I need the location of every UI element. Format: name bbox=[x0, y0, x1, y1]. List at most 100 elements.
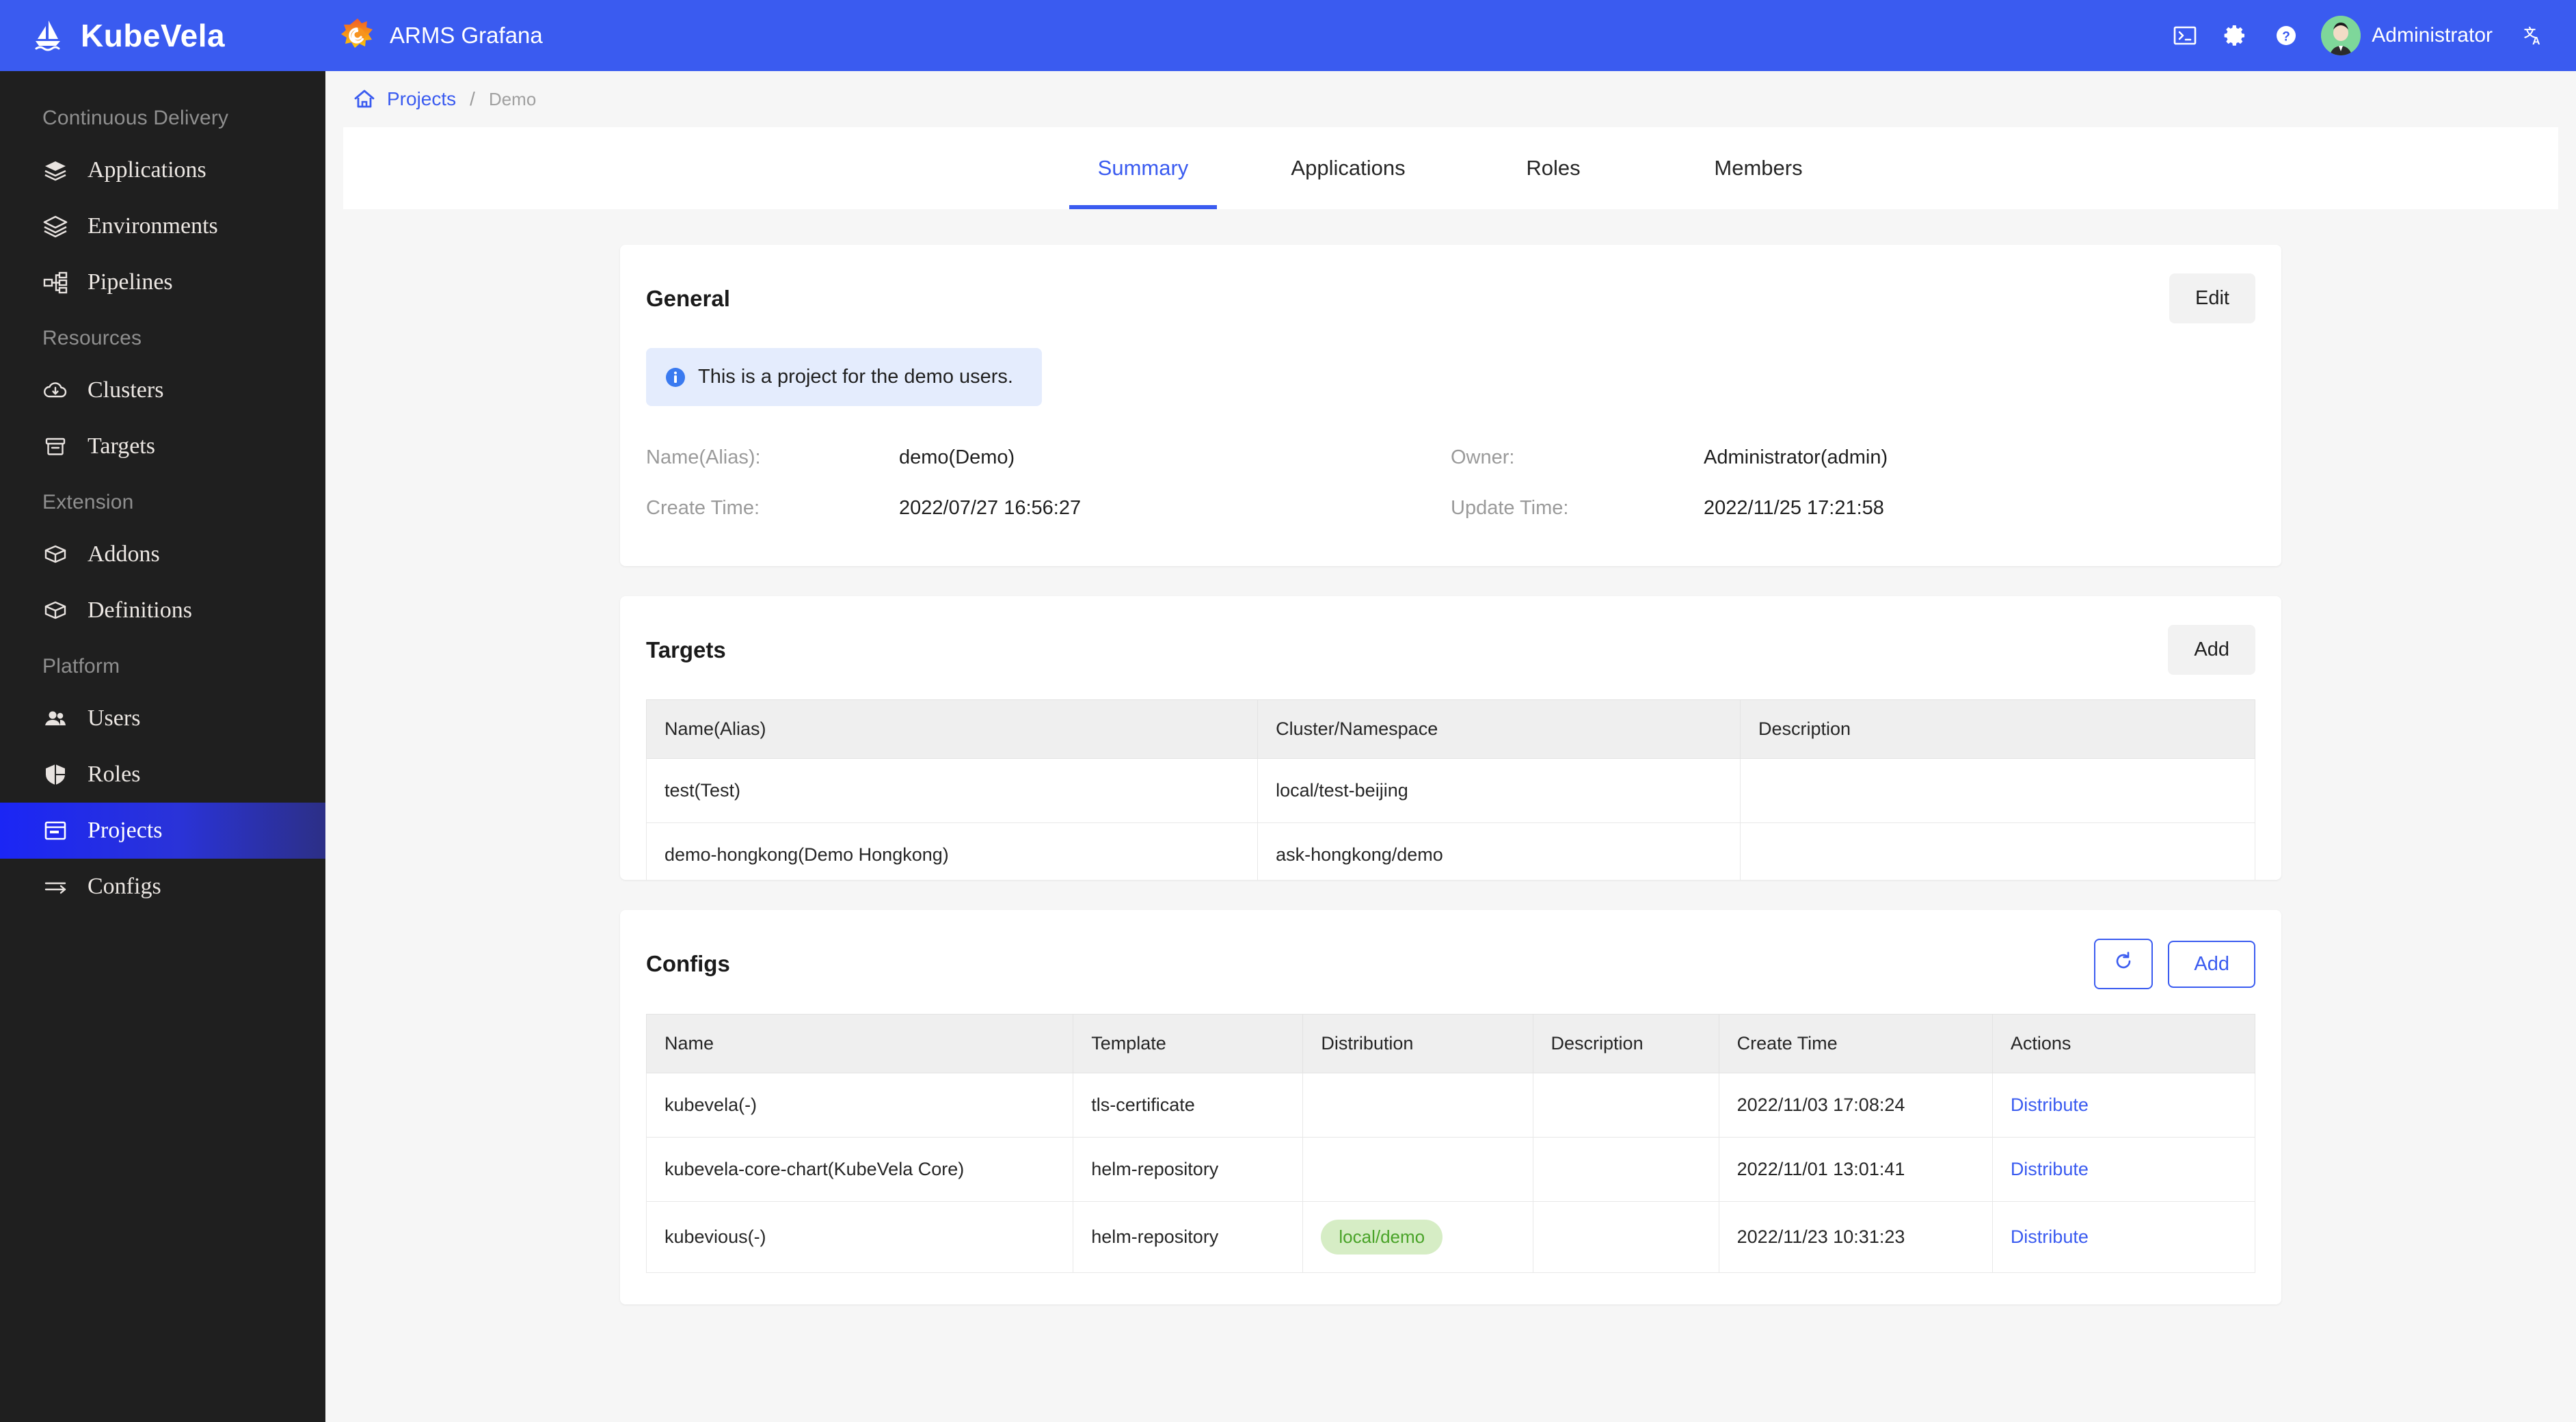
targets-card: Targets Add Name(Alias) Cluster/Namespac… bbox=[620, 596, 2281, 880]
kubevela-console: KubeVela ARMS Grafana ? Administrator 文 … bbox=[0, 0, 2576, 1422]
sliders-icon bbox=[42, 874, 68, 900]
field-update-time: Update Time: 2022/11/25 17:21:58 bbox=[1451, 483, 2255, 533]
info-circle-icon bbox=[665, 367, 686, 388]
cell-description bbox=[1740, 758, 2255, 823]
general-fields: Name(Alias): demo(Demo) Owner: Administr… bbox=[646, 406, 2255, 566]
sidebar-item-clusters[interactable]: Clusters bbox=[0, 362, 325, 418]
sidebar-item-environments[interactable]: Environments bbox=[0, 198, 325, 254]
project-board-icon bbox=[42, 818, 68, 844]
cell-name: kubevious(-) bbox=[645, 1201, 1074, 1273]
table-row[interactable]: kubevious(-) helm-repository local/demo … bbox=[645, 1201, 2256, 1273]
distribute-link[interactable]: Distribute bbox=[2011, 1095, 2089, 1115]
sidebar-item-label: Clusters bbox=[88, 377, 164, 403]
sidebar-item-label: Users bbox=[88, 706, 141, 731]
field-value: 2022/11/25 17:21:58 bbox=[1704, 496, 1884, 519]
brand-logo[interactable]: KubeVela bbox=[0, 17, 325, 54]
add-target-button[interactable]: Add bbox=[2168, 625, 2255, 675]
cell-actions: Distribute bbox=[1991, 1201, 2256, 1273]
refresh-button[interactable] bbox=[2094, 939, 2154, 989]
targets-table-wrapper: Name(Alias) Cluster/Namespace Descriptio… bbox=[646, 675, 2255, 880]
add-config-button[interactable]: Add bbox=[2168, 940, 2255, 988]
sidebar-item-users[interactable]: Users bbox=[0, 690, 325, 747]
user-menu[interactable]: Administrator bbox=[2321, 16, 2493, 55]
breadcrumb-current: Demo bbox=[488, 88, 537, 109]
targets-title: Targets bbox=[646, 636, 726, 662]
sidebar-item-pipelines[interactable]: Pipelines bbox=[0, 254, 325, 310]
cell-description bbox=[1532, 1137, 1719, 1202]
sidebar-item-projects[interactable]: Projects bbox=[0, 803, 325, 859]
sidebar-item-roles[interactable]: Roles bbox=[0, 747, 325, 803]
table-header-row: Name Template Distribution Description C… bbox=[645, 1014, 2256, 1073]
app-context-name: ARMS Grafana bbox=[390, 23, 543, 48]
table-row[interactable]: test(Test) local/test-beijing bbox=[646, 758, 2255, 823]
avatar bbox=[2321, 16, 2361, 55]
field-owner: Owner: Administrator(admin) bbox=[1451, 432, 2255, 483]
cell-create-time: 2022/11/01 13:01:41 bbox=[1718, 1137, 1993, 1202]
summary-panel: General Edit This is a project for the d… bbox=[325, 209, 2576, 1422]
distribute-link[interactable]: Distribute bbox=[2011, 1159, 2089, 1179]
table-row[interactable]: demo-hongkong(Demo Hongkong) ask-hongkon… bbox=[646, 822, 2255, 880]
column-header-actions: Actions bbox=[1991, 1014, 2256, 1073]
sidebar-item-configs[interactable]: Configs bbox=[0, 859, 325, 915]
home-icon[interactable] bbox=[353, 88, 376, 111]
sidebar-item-definitions[interactable]: Definitions bbox=[0, 582, 325, 639]
cell-cluster: local/test-beijing bbox=[1257, 758, 1741, 823]
field-value: Administrator(admin) bbox=[1704, 446, 1888, 468]
tab-summary[interactable]: Summary bbox=[1041, 127, 1246, 209]
column-header-distribution: Distribution bbox=[1302, 1014, 1533, 1073]
cell-description bbox=[1532, 1073, 1719, 1138]
breadcrumb: Projects / Demo bbox=[325, 71, 2576, 127]
app-context[interactable]: ARMS Grafana bbox=[325, 17, 543, 54]
tab-roles[interactable]: Roles bbox=[1451, 127, 1656, 209]
configs-card: Configs Add Name Template Distribution D… bbox=[620, 910, 2281, 1304]
column-header-template: Template bbox=[1073, 1014, 1303, 1073]
breadcrumb-root[interactable]: Projects bbox=[387, 88, 456, 110]
tab-label: Roles bbox=[1526, 156, 1581, 180]
general-card-header: General Edit bbox=[646, 245, 2255, 323]
tab-members[interactable]: Members bbox=[1656, 127, 1861, 209]
sidebar-item-label: Projects bbox=[88, 818, 163, 843]
distribute-link[interactable]: Distribute bbox=[2011, 1226, 2089, 1247]
topbar-actions: ? Administrator 文 A bbox=[2160, 10, 2576, 61]
sidebar-item-label: Roles bbox=[88, 762, 141, 787]
tab-applications[interactable]: Applications bbox=[1246, 127, 1451, 209]
table-row[interactable]: kubevela-core-chart(KubeVela Core) helm-… bbox=[645, 1137, 2256, 1202]
field-label: Owner: bbox=[1451, 446, 1515, 468]
sidebar-item-label: Addons bbox=[88, 541, 160, 567]
cell-actions: Distribute bbox=[1991, 1073, 2256, 1138]
layers-icon bbox=[42, 157, 68, 183]
tab-label: Summary bbox=[1097, 156, 1189, 180]
translate-icon[interactable]: 文 A bbox=[2508, 10, 2558, 61]
help-icon[interactable]: ? bbox=[2261, 10, 2311, 61]
alert-text: This is a project for the demo users. bbox=[698, 366, 1013, 388]
cell-distribution bbox=[1302, 1137, 1533, 1202]
pipeline-icon bbox=[42, 269, 68, 295]
terminal-icon[interactable] bbox=[2160, 10, 2210, 61]
sidebar-item-label: Environments bbox=[88, 213, 218, 239]
brand-name: KubeVela bbox=[81, 18, 226, 53]
gear-icon[interactable] bbox=[2210, 10, 2261, 61]
tab-label: Members bbox=[1714, 156, 1803, 180]
cell-create-time: 2022/11/23 10:31:23 bbox=[1718, 1201, 1993, 1273]
box-icon bbox=[42, 598, 68, 623]
edit-button[interactable]: Edit bbox=[2169, 273, 2255, 323]
sidebar-item-label: Definitions bbox=[88, 598, 192, 623]
breadcrumb-separator: / bbox=[470, 88, 475, 109]
sidebar-item-targets[interactable]: Targets bbox=[0, 418, 325, 474]
cell-cluster: ask-hongkong/demo bbox=[1257, 822, 1741, 880]
configs-card-footer bbox=[646, 1273, 2255, 1304]
layers-outline-icon bbox=[42, 213, 68, 239]
sidebar-item-applications[interactable]: Applications bbox=[0, 142, 325, 198]
cell-template: helm-repository bbox=[1073, 1201, 1304, 1273]
cell-name: kubevela(-) bbox=[645, 1073, 1074, 1138]
users-icon bbox=[42, 706, 68, 732]
cell-template: helm-repository bbox=[1073, 1137, 1304, 1202]
column-header-description: Description bbox=[1532, 1014, 1719, 1073]
sidebar-item-label: Targets bbox=[88, 433, 155, 459]
cell-distribution bbox=[1302, 1073, 1533, 1138]
grafana-icon bbox=[339, 17, 376, 54]
sidebar-item-addons[interactable]: Addons bbox=[0, 526, 325, 582]
body: Continuous Delivery Applications Environ… bbox=[0, 71, 2576, 1422]
table-row[interactable]: kubevela(-) tls-certificate 2022/11/03 1… bbox=[645, 1073, 2256, 1138]
sidebar-item-label: Configs bbox=[88, 874, 161, 899]
